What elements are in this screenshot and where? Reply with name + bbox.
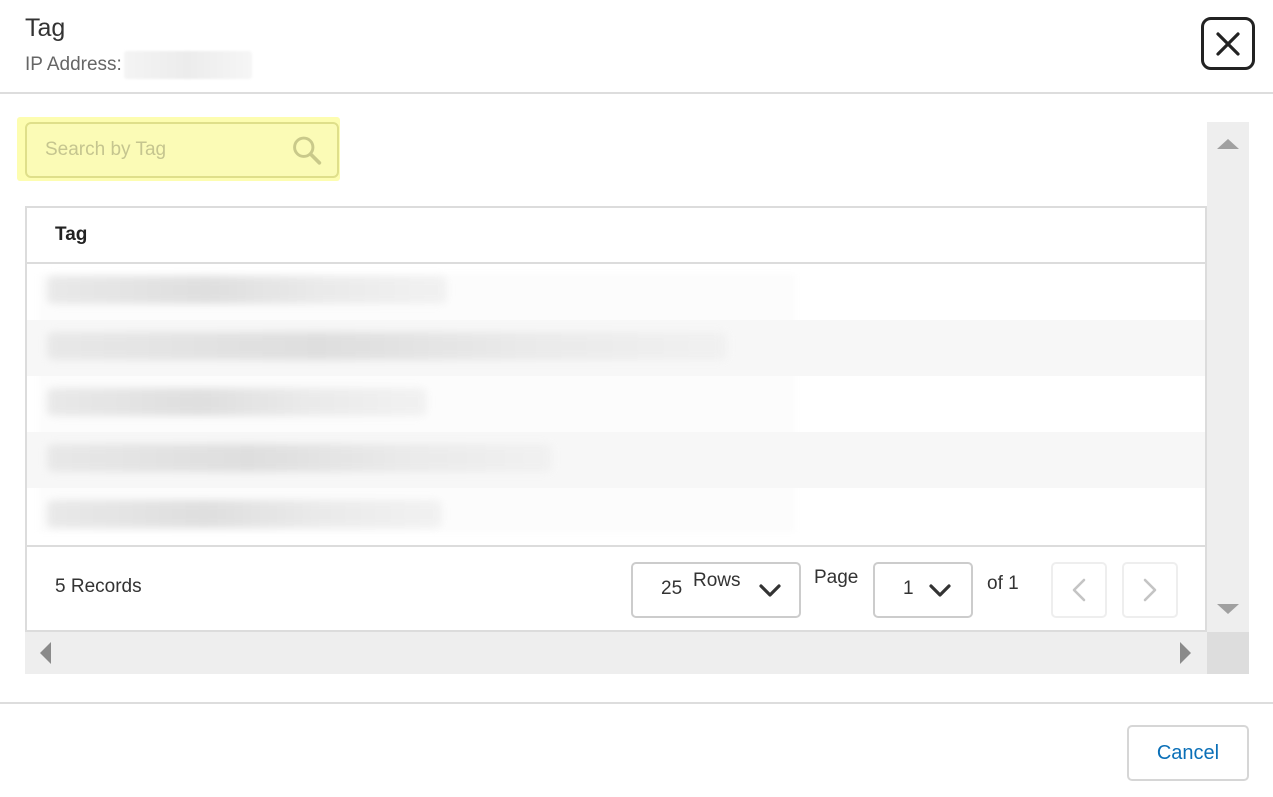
scroll-right-arrow-icon[interactable] <box>1180 642 1191 664</box>
header-divider <box>0 92 1273 94</box>
table-row[interactable] <box>27 432 1205 488</box>
tag-cell-redacted <box>47 444 552 472</box>
search-box[interactable] <box>25 122 339 178</box>
tag-cell-redacted <box>47 388 427 416</box>
scrollbar-corner <box>1207 632 1249 674</box>
page-number-select[interactable]: 1 <box>873 562 973 618</box>
search-icon[interactable] <box>290 132 323 168</box>
next-page-button[interactable] <box>1122 562 1178 618</box>
scroll-left-arrow-icon[interactable] <box>40 642 51 664</box>
tag-cell-redacted <box>47 332 727 360</box>
tag-cell-redacted <box>47 276 447 304</box>
ip-address-label: IP Address: <box>25 54 122 75</box>
records-count: 5 Records <box>55 576 142 597</box>
footer-divider <box>0 702 1273 704</box>
rows-per-page-select[interactable]: 25 Rows <box>631 562 801 618</box>
search-input[interactable] <box>27 124 290 176</box>
rows-per-page-value: 25 <box>661 578 683 599</box>
scroll-down-arrow-icon[interactable] <box>1217 604 1239 614</box>
table-row[interactable] <box>27 376 1205 432</box>
table-body <box>27 264 1205 544</box>
rows-per-page-label: Rows <box>693 570 741 591</box>
chevron-right-icon <box>1143 578 1157 602</box>
ip-address-line: IP Address: <box>25 51 252 79</box>
close-icon <box>1216 31 1240 56</box>
previous-page-button[interactable] <box>1051 562 1107 618</box>
table-header: Tag <box>27 208 1205 264</box>
vertical-scrollbar[interactable] <box>1207 122 1249 632</box>
page-total-label: of 1 <box>987 573 1019 594</box>
cancel-button[interactable]: Cancel <box>1127 725 1249 781</box>
table-row[interactable] <box>27 320 1205 376</box>
page-number-value: 1 <box>903 578 914 599</box>
table-row[interactable] <box>27 488 1205 544</box>
table-footer: 5 Records 25 Rows Page 1 of 1 <box>27 545 1205 632</box>
column-header-tag[interactable]: Tag <box>27 224 87 246</box>
ip-address-value-redacted <box>123 51 252 79</box>
table-row[interactable] <box>27 264 1205 320</box>
chevron-left-icon <box>1072 578 1086 602</box>
scroll-up-arrow-icon[interactable] <box>1217 139 1239 149</box>
page-label: Page <box>814 567 859 588</box>
horizontal-scrollbar[interactable] <box>25 632 1249 674</box>
dialog-title: Tag <box>25 14 66 42</box>
tag-table: Tag 5 Records 25 Rows Page 1 of 1 <box>25 206 1207 632</box>
tag-cell-redacted <box>47 500 442 528</box>
close-button[interactable] <box>1201 17 1255 70</box>
chevron-down-icon <box>759 584 781 597</box>
chevron-down-icon <box>929 584 951 597</box>
